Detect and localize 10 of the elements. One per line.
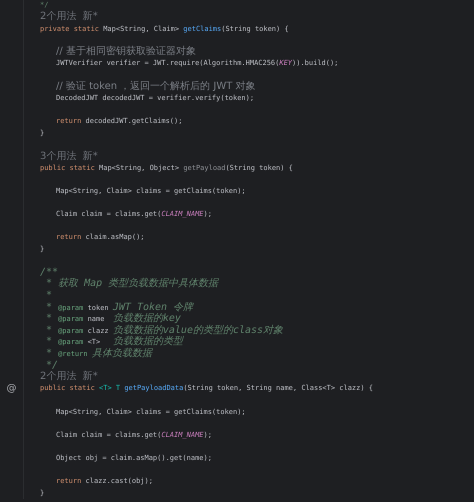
doc-comment-line: /** [40,268,58,278]
doc-comment-line: */ [45,360,58,371]
code-comment: // 基于相同密钥获取验证器对象 [56,47,196,58]
gutter-marker[interactable]: @ [6,384,16,394]
usage-hint[interactable]: 3个用法 新* [40,152,98,162]
doc-comment-line: * 获取 Map 类型负载数据中具体数据 [45,279,218,290]
usage-hint[interactable]: 2个用法 新* [40,372,98,382]
usage-hint[interactable]: 2个用法 新* [40,12,98,22]
doc-comment-line: * [45,291,52,302]
code-comment: // 验证 token ，返回一个解析后的 JWT 对象 [56,82,256,92]
